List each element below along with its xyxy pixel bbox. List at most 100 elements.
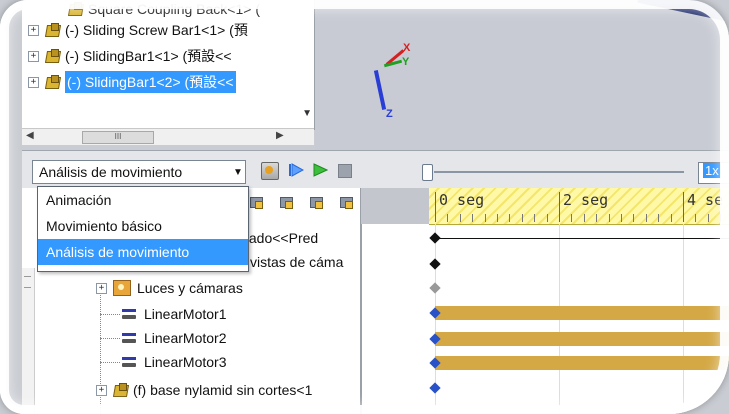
horizontal-scrollbar[interactable]: ◀ III ▶ bbox=[22, 128, 314, 145]
stop-icon[interactable] bbox=[338, 164, 352, 178]
triad-z-label: Z bbox=[386, 108, 393, 120]
tree-row-label: LinearMotor1 bbox=[144, 306, 227, 322]
keyframe-marker[interactable] bbox=[429, 258, 441, 270]
tree-filter-icons bbox=[248, 194, 354, 210]
minor-tick bbox=[472, 214, 473, 222]
calculate-icon[interactable] bbox=[261, 162, 279, 180]
dropdown-option-analisis-de-movimiento[interactable]: Análisis de movimiento bbox=[38, 239, 248, 265]
playback-slider-thumb[interactable] bbox=[422, 164, 433, 181]
tree-row-label: Square Coupling Back<1> ( bbox=[88, 1, 260, 17]
minor-tick bbox=[497, 214, 498, 222]
expand-icon[interactable]: + bbox=[28, 50, 39, 62]
tick-label: 0 seg bbox=[439, 191, 485, 209]
part-icon bbox=[68, 2, 84, 16]
study-type-value: Análisis de movimiento bbox=[39, 164, 183, 180]
tree-connector bbox=[100, 338, 120, 339]
feature-tree-top: Square Coupling Back<1> ( + (-) Sliding … bbox=[22, 0, 315, 130]
tree-row[interactable]: + (-) Sliding Screw Bar1<1> (預 bbox=[26, 19, 248, 41]
minor-tick bbox=[720, 214, 721, 222]
filter-animated-icon[interactable] bbox=[248, 194, 264, 210]
minor-tick bbox=[609, 214, 610, 222]
time-ruler[interactable]: 0 seg 2 seg 4 se bbox=[429, 188, 729, 225]
screenshot-frame: Square Coupling Back<1> ( + (-) Sliding … bbox=[0, 0, 729, 414]
tree-connector bbox=[100, 314, 120, 315]
minor-tick bbox=[584, 214, 585, 222]
motor-time-bar[interactable] bbox=[435, 332, 729, 346]
keyframe-marker[interactable] bbox=[429, 382, 441, 394]
tree-row-selected[interactable]: + (-) SlidingBar1<2> (預設<< bbox=[26, 71, 236, 93]
timeline-panel[interactable]: 0 seg 2 seg 4 se bbox=[361, 188, 729, 414]
playback-slider-track[interactable] bbox=[434, 171, 684, 173]
tree-row-linear-motor[interactable]: LinearMotor3 bbox=[122, 350, 227, 374]
minor-tick bbox=[547, 214, 548, 222]
minor-tick bbox=[571, 214, 572, 222]
motor-time-bar[interactable] bbox=[435, 306, 729, 320]
expand-icon[interactable]: + bbox=[96, 282, 107, 294]
part-icon bbox=[45, 23, 61, 37]
tree-row-linear-motor[interactable]: LinearMotor1 bbox=[122, 302, 227, 326]
motion-toolbar: Análisis de movimiento ▼ 1x bbox=[22, 150, 729, 190]
filter-selected-icon[interactable] bbox=[308, 194, 324, 210]
expand-icon[interactable]: + bbox=[96, 384, 107, 396]
minor-tick bbox=[509, 214, 510, 222]
playback-speed-value: 1x bbox=[703, 163, 721, 178]
tree-row[interactable]: Square Coupling Back<1> ( bbox=[68, 0, 260, 20]
filter-driving-icon[interactable] bbox=[278, 194, 294, 210]
linear-motor-icon bbox=[122, 355, 138, 369]
lights-cameras-icon bbox=[113, 280, 131, 296]
tree-row-part[interactable]: + (f) base nylamid sin cortes<1 bbox=[94, 378, 312, 402]
tree-row[interactable]: inado<<Pred bbox=[238, 226, 318, 250]
part-icon bbox=[45, 49, 61, 63]
scroll-thumb[interactable]: III bbox=[82, 131, 154, 144]
major-tick bbox=[435, 192, 436, 222]
tree-row-label: (-) SlidingBar1<1> (預設<< bbox=[65, 48, 232, 64]
chevron-down-icon[interactable]: ▼ bbox=[231, 167, 245, 178]
minor-tick bbox=[447, 214, 448, 222]
expand-icon[interactable]: + bbox=[28, 76, 39, 88]
tree-row-label: (f) base nylamid sin cortes<1 bbox=[133, 382, 313, 398]
scroll-down-icon[interactable]: ▼ bbox=[302, 108, 312, 119]
part-icon bbox=[45, 75, 61, 89]
minor-tick bbox=[596, 214, 597, 222]
minor-tick bbox=[658, 214, 659, 222]
linear-motor-icon bbox=[122, 331, 138, 345]
minor-tick bbox=[708, 214, 709, 222]
timeline-divider bbox=[361, 224, 362, 414]
tree-row[interactable]: + (-) SlidingBar1<1> (預設<< bbox=[26, 45, 232, 67]
minor-tick bbox=[671, 214, 672, 222]
dropdown-option-movimiento-basico[interactable]: Movimiento básico bbox=[38, 213, 248, 239]
tree-row-label: inado<<Pred bbox=[238, 230, 319, 246]
study-type-dropdown: Animación Movimiento básico Análisis de … bbox=[37, 186, 249, 272]
scroll-right-icon[interactable]: ▶ bbox=[276, 130, 284, 141]
tree-connector bbox=[100, 362, 120, 363]
filter-results-icon[interactable] bbox=[338, 194, 354, 210]
dropdown-option-animacion[interactable]: Animación bbox=[38, 187, 248, 213]
tree-row-linear-motor[interactable]: LinearMotor2 bbox=[122, 326, 227, 350]
minor-tick bbox=[646, 214, 647, 222]
minor-tick bbox=[633, 214, 634, 222]
motor-time-bar[interactable] bbox=[435, 356, 729, 370]
linear-motor-icon bbox=[122, 307, 138, 321]
keyframe-marker[interactable] bbox=[429, 282, 441, 294]
playback-speed-select[interactable]: 1x bbox=[698, 162, 729, 184]
expand-icon[interactable]: + bbox=[28, 24, 39, 36]
tick-label: 2 seg bbox=[563, 191, 609, 209]
tree-row-lights-cameras[interactable]: + Luces y cámaras bbox=[94, 276, 243, 300]
major-tick bbox=[683, 192, 684, 222]
timeline-key-line bbox=[435, 238, 729, 239]
tree-row-label: vistas de cáma bbox=[250, 254, 344, 270]
keyframe-marker[interactable] bbox=[429, 232, 441, 244]
scroll-grip[interactable] bbox=[24, 276, 31, 288]
tree-row-label: (-) Sliding Screw Bar1<1> (預 bbox=[65, 22, 248, 38]
minor-tick bbox=[695, 214, 696, 222]
tick-label: 4 se bbox=[687, 191, 724, 209]
triad-y-label: Y bbox=[402, 56, 410, 68]
study-type-select[interactable]: Análisis de movimiento ▼ bbox=[32, 160, 246, 184]
play-from-start-icon[interactable] bbox=[288, 162, 304, 178]
scroll-left-icon[interactable]: ◀ bbox=[26, 130, 34, 141]
tree-row-label: Luces y cámaras bbox=[137, 280, 243, 296]
tree-vertical-scrollbar[interactable] bbox=[22, 268, 35, 414]
play-icon[interactable] bbox=[312, 162, 328, 178]
minor-tick bbox=[485, 214, 486, 222]
tree-row[interactable]: vistas de cáma bbox=[250, 250, 343, 274]
